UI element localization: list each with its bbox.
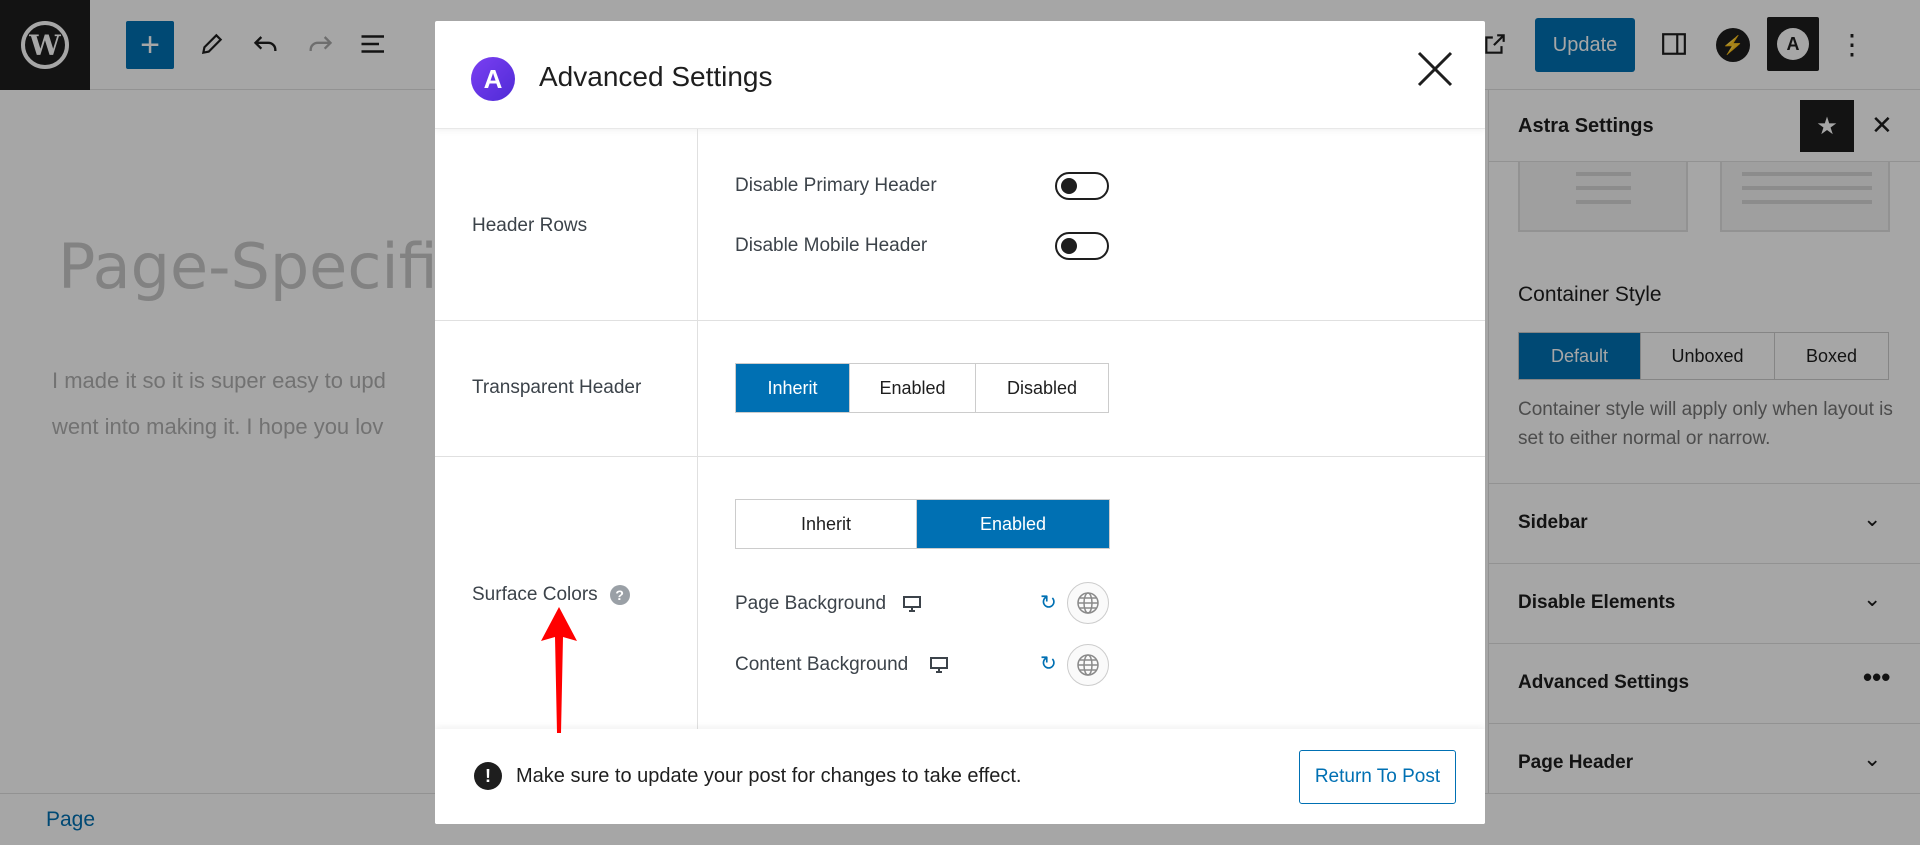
help-icon[interactable]: ? <box>609 584 630 605</box>
reset-icon[interactable]: ↻ <box>1040 590 1057 615</box>
astra-logo-icon: A <box>471 57 515 101</box>
red-arrow-annotation <box>541 607 577 733</box>
reset-icon[interactable]: ↻ <box>1040 651 1057 676</box>
surface-colors-label: Surface Colors? <box>472 584 630 606</box>
toggle-knob <box>1061 178 1077 194</box>
modal-title: Advanced Settings <box>539 61 773 92</box>
close-icon <box>1417 51 1453 87</box>
surface-colors-enabled[interactable]: Enabled <box>917 500 1109 548</box>
modal-body: Header Rows Disable Primary Header Disab… <box>435 129 1485 729</box>
warning-icon: ! <box>474 762 502 790</box>
update-notice: Make sure to update your post for change… <box>516 765 1022 787</box>
transparent-header-row: Transparent Header Inherit Enabled Disab… <box>435 321 1485 457</box>
toggle-knob <box>1061 238 1077 254</box>
disable-mobile-header-label: Disable Mobile Header <box>735 235 928 256</box>
disable-primary-header-label: Disable Primary Header <box>735 175 937 196</box>
transparent-header-label: Transparent Header <box>472 377 642 398</box>
transparent-header-inherit[interactable]: Inherit <box>736 364 850 412</box>
disable-primary-header-toggle[interactable] <box>1055 172 1109 200</box>
desktop-icon[interactable] <box>903 596 921 612</box>
surface-colors-text: Surface Colors <box>472 584 598 605</box>
modal-footer: ! Make sure to update your post for chan… <box>435 729 1485 824</box>
modal-header: A Advanced Settings <box>435 21 1485 129</box>
disable-mobile-header-toggle[interactable] <box>1055 232 1109 260</box>
globe-icon <box>1077 654 1099 676</box>
header-rows-row: Header Rows Disable Primary Header Disab… <box>435 129 1485 321</box>
advanced-settings-modal: A Advanced Settings Header Rows Disable … <box>435 21 1485 824</box>
desktop-icon[interactable] <box>930 657 948 673</box>
content-background-color-picker[interactable] <box>1067 644 1109 686</box>
transparent-header-enabled[interactable]: Enabled <box>850 364 976 412</box>
surface-colors-row: Surface Colors? Inherit Enabled Page Bac… <box>435 457 1485 729</box>
close-modal-button[interactable] <box>1416 49 1454 95</box>
page-background-label: Page Background <box>735 593 887 614</box>
return-to-post-button[interactable]: Return To Post <box>1299 750 1456 804</box>
content-background-label: Content Background <box>735 654 909 675</box>
surface-colors-inherit[interactable]: Inherit <box>736 500 917 548</box>
transparent-header-disabled[interactable]: Disabled <box>976 364 1108 412</box>
transparent-header-selector: Inherit Enabled Disabled <box>735 363 1109 413</box>
surface-colors-selector: Inherit Enabled <box>735 499 1110 549</box>
page-background-color-picker[interactable] <box>1067 582 1109 624</box>
globe-icon <box>1077 592 1099 614</box>
header-rows-label: Header Rows <box>472 215 588 236</box>
